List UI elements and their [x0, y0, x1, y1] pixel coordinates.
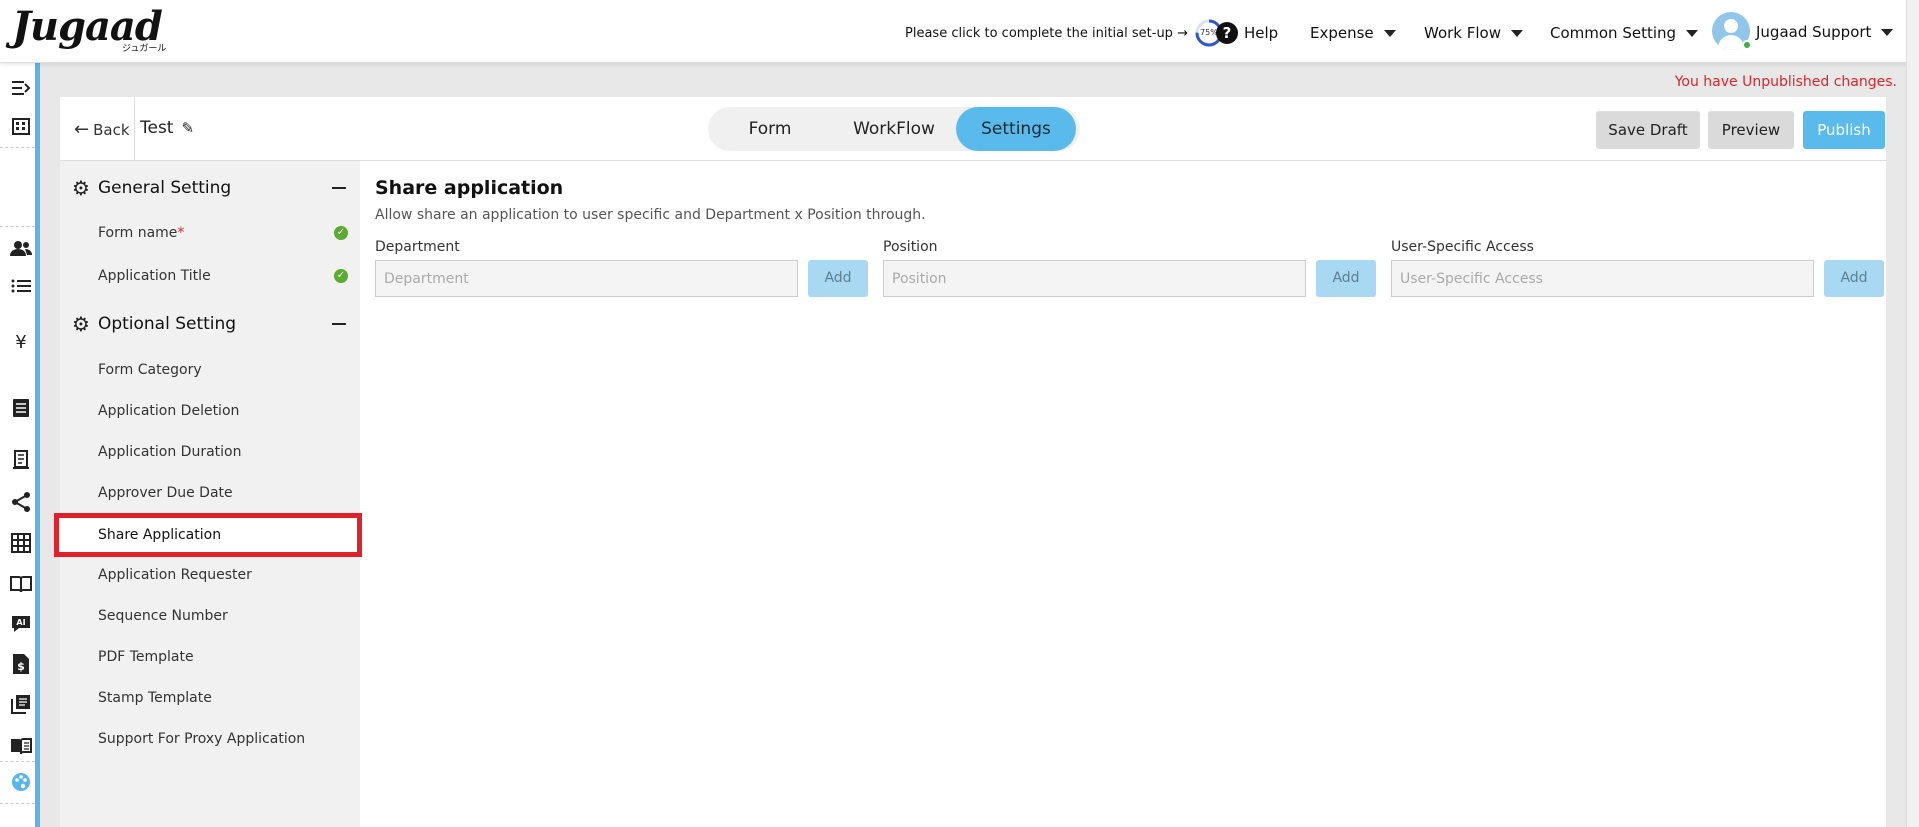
form-title[interactable]: Test ✎	[140, 118, 194, 138]
tab-form[interactable]: Form	[708, 107, 832, 151]
help-label: Help	[1244, 24, 1279, 42]
add-user-specific-access-button[interactable]: Add	[1824, 260, 1884, 297]
palette-icon[interactable]	[10, 771, 32, 793]
gear-icon: ⚙	[72, 312, 90, 336]
department-field-group: Department Add	[375, 239, 868, 297]
avatar	[1712, 12, 1752, 52]
publish-button[interactable]: Publish	[1803, 111, 1885, 149]
sidebar-item-support-for-proxy-application[interactable]: Support For Proxy Application	[98, 724, 348, 754]
menu-common-setting-label: Common Setting	[1550, 24, 1677, 42]
general-setting-title: General Setting	[97, 178, 232, 198]
caret-down-icon	[1686, 29, 1699, 37]
svg-text:$: $	[17, 660, 25, 673]
share-icon[interactable]	[10, 491, 32, 513]
position-input[interactable]	[883, 260, 1306, 297]
logo-subtext: ジュガール	[122, 44, 167, 54]
back-label: Back	[93, 120, 130, 139]
sidebar-item-approver-due-date[interactable]: Approver Due Date	[98, 478, 348, 508]
form-name-label: Form name	[98, 225, 178, 241]
online-status-dot	[1742, 40, 1752, 50]
position-label: Position	[883, 239, 938, 255]
receipt-icon[interactable]	[10, 449, 32, 471]
user-name: Jugaad Support	[1756, 23, 1872, 41]
initial-setup-link[interactable]: Please click to complete the initial set…	[905, 18, 1224, 48]
users-icon[interactable]	[10, 237, 32, 259]
position-field-group: Position Add	[883, 239, 1376, 297]
money-file-icon[interactable]: $	[10, 653, 32, 675]
user-specific-access-label: User-Specific Access	[1391, 239, 1534, 255]
sidebar-item-application-duration[interactable]: Application Duration	[98, 437, 348, 467]
user-specific-access-field-group: User-Specific Access Add	[1391, 239, 1884, 297]
sidebar-item-form-category[interactable]: Form Category	[98, 355, 348, 385]
back-button[interactable]: ← Back	[74, 119, 130, 140]
general-setting-header[interactable]: ⚙ General Setting	[72, 173, 348, 203]
unpublished-notice: You have Unpublished changes.	[1674, 74, 1897, 90]
add-department-button[interactable]: Add	[808, 260, 868, 297]
sidebar-item-application-requester[interactable]: Application Requester	[98, 560, 348, 590]
sidebar-item-share-application[interactable]: Share Application	[98, 523, 221, 547]
editor-header: ← Back Test ✎ Form WorkFlow Settings Sav…	[60, 97, 1886, 161]
required-mark: *	[177, 225, 185, 241]
check-circle-icon: ✓	[334, 269, 348, 283]
department-input[interactable]	[375, 260, 798, 297]
sidebar-item-form-name[interactable]: Form name* ✓	[98, 218, 348, 248]
expand-menu-icon[interactable]	[10, 77, 32, 99]
department-label: Department	[375, 239, 460, 255]
help-button[interactable]: ? Help	[1216, 18, 1278, 48]
add-position-button[interactable]: Add	[1316, 260, 1376, 297]
user-specific-access-input[interactable]	[1391, 260, 1814, 297]
page-scrollbar[interactable]	[1906, 0, 1919, 827]
save-draft-button[interactable]: Save Draft	[1596, 111, 1700, 149]
page-title: Share application	[375, 177, 564, 199]
sidebar-item-application-title[interactable]: Application Title ✓	[98, 261, 348, 291]
setup-text: Please click to complete the initial set…	[905, 25, 1188, 41]
settings-sidebar: ⚙ General Setting Form name* ✓ Applicati…	[60, 161, 360, 827]
page-description: Allow share an application to user speci…	[375, 207, 926, 223]
sidebar-item-application-deletion[interactable]: Application Deletion	[98, 396, 348, 426]
building-icon[interactable]	[10, 115, 32, 137]
top-header: Jugaad ジュガール Please click to complete th…	[0, 0, 1919, 63]
preview-button[interactable]: Preview	[1708, 111, 1794, 149]
sidebar-item-stamp-template[interactable]: Stamp Template	[98, 683, 348, 713]
sidebar-item-sequence-number[interactable]: Sequence Number	[98, 601, 348, 631]
application-title-label: Application Title	[98, 268, 211, 284]
book-open-icon[interactable]	[10, 573, 32, 595]
svg-text:AI: AI	[16, 618, 25, 627]
list-icon[interactable]	[10, 275, 32, 297]
collapse-icon[interactable]	[332, 323, 346, 325]
form-editor-card: ← Back Test ✎ Form WorkFlow Settings Sav…	[60, 97, 1886, 827]
pencil-icon[interactable]: ✎	[181, 119, 194, 137]
caret-down-icon	[1383, 29, 1396, 37]
gear-icon: ⚙	[72, 176, 90, 200]
manual-icon[interactable]	[10, 735, 32, 757]
caret-down-icon	[1881, 28, 1894, 36]
caret-down-icon	[1511, 29, 1523, 37]
menu-workflow-label: Work Flow	[1424, 24, 1501, 42]
menu-expense-label: Expense	[1310, 24, 1374, 42]
menu-expense[interactable]: Expense	[1310, 18, 1396, 48]
library-icon[interactable]	[10, 693, 32, 715]
question-icon: ?	[1216, 22, 1238, 44]
collapse-icon[interactable]	[332, 187, 346, 189]
tab-settings[interactable]: Settings	[956, 107, 1076, 151]
check-circle-icon: ✓	[334, 226, 348, 240]
ai-chat-icon[interactable]: AI	[10, 613, 32, 635]
form-title-text: Test	[140, 118, 174, 138]
document-icon[interactable]	[10, 397, 32, 419]
share-application-panel: Share application Allow share an applica…	[375, 177, 1885, 297]
editor-tabs: Form WorkFlow Settings	[708, 107, 1080, 151]
sidebar-item-pdf-template[interactable]: PDF Template	[98, 642, 348, 672]
menu-workflow[interactable]: Work Flow	[1424, 18, 1523, 48]
arrow-left-icon: ←	[74, 119, 90, 140]
tab-workflow[interactable]: WorkFlow	[832, 107, 956, 151]
menu-common-setting[interactable]: Common Setting	[1550, 18, 1699, 48]
optional-setting-title: Optional Setting	[97, 314, 237, 334]
user-menu[interactable]: Jugaad Support	[1712, 12, 1894, 52]
optional-setting-header[interactable]: ⚙ Optional Setting	[72, 309, 348, 339]
jugaad-logo[interactable]: Jugaad ジュガール	[12, 6, 168, 55]
yen-icon[interactable]: ¥	[10, 331, 32, 353]
table-icon[interactable]	[10, 532, 32, 554]
icon-rail: ¥ AI $	[0, 63, 40, 827]
